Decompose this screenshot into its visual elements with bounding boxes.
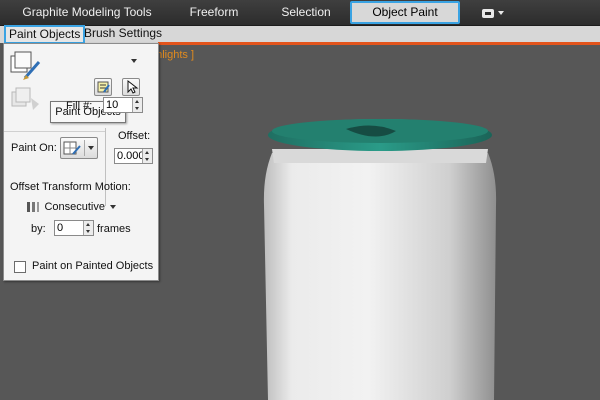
frames-label: frames bbox=[97, 223, 131, 235]
panel-tab-row: Paint Objects Brush Settings bbox=[0, 25, 600, 44]
chevron-down-icon bbox=[88, 146, 94, 150]
object-list-dropdown-icon[interactable] bbox=[131, 59, 137, 63]
spinner-arrows-icon[interactable] bbox=[142, 149, 152, 163]
paint-on-label: Paint On: bbox=[11, 142, 57, 154]
list-edit-icon bbox=[97, 81, 110, 93]
fill-count-value[interactable]: 10 bbox=[104, 98, 132, 112]
frames-spinner[interactable]: 0 bbox=[54, 220, 94, 236]
tab-brush-settings[interactable]: Brush Settings bbox=[81, 26, 165, 41]
divider-vertical bbox=[105, 128, 106, 206]
ribbon-tab-bar: Graphite Modeling Tools Freeform Selecti… bbox=[0, 0, 600, 26]
paint-on-dropdown[interactable] bbox=[60, 137, 98, 159]
pick-cursor-icon bbox=[127, 79, 139, 94]
chevron-down-icon bbox=[498, 11, 504, 15]
paint-button[interactable] bbox=[9, 50, 43, 84]
frames-value[interactable]: 0 bbox=[55, 221, 83, 235]
ribbon-options-icon bbox=[482, 8, 494, 18]
consecutive-icon bbox=[27, 202, 40, 212]
fill-count-spinner[interactable]: 10 bbox=[103, 97, 143, 113]
fill-icon bbox=[11, 87, 39, 110]
tab-object-paint[interactable]: Object Paint bbox=[350, 1, 460, 24]
fill-count-label: Fill #: bbox=[66, 100, 93, 112]
can-body bbox=[263, 153, 497, 400]
paint-on-painted-label[interactable]: Paint on Painted Objects bbox=[32, 260, 153, 272]
spinner-arrows-icon[interactable] bbox=[132, 98, 142, 112]
paint-brush-icon bbox=[10, 51, 41, 80]
tab-paint-objects[interactable]: Paint Objects bbox=[4, 25, 86, 44]
offset-label: Offset: bbox=[118, 130, 151, 142]
ribbon-options-menu[interactable] bbox=[482, 6, 512, 20]
tab-selection[interactable]: Selection bbox=[281, 3, 331, 22]
edit-object-list-button[interactable] bbox=[94, 78, 112, 96]
tab-graphite-modeling-tools[interactable]: Graphite Modeling Tools bbox=[20, 3, 154, 22]
paint-objects-panel: Paint Objects Fill #: 10 Paint On: Offse… bbox=[3, 43, 159, 281]
offset-value[interactable]: 0.000 bbox=[115, 149, 142, 163]
spinner-arrows-icon[interactable] bbox=[83, 221, 93, 235]
motion-mode-dropdown[interactable]: Consecutive bbox=[26, 199, 116, 215]
chevron-down-icon bbox=[110, 205, 116, 209]
offset-spinner[interactable]: 0.000 bbox=[114, 148, 153, 164]
paint-on-painted-checkbox[interactable] bbox=[14, 261, 26, 273]
fill-button[interactable] bbox=[9, 84, 43, 114]
can-neck bbox=[272, 149, 488, 163]
by-label: by: bbox=[31, 223, 46, 235]
motion-mode-value: Consecutive bbox=[44, 201, 105, 213]
pick-objects-button[interactable] bbox=[122, 78, 140, 96]
tab-freeform[interactable]: Freeform bbox=[186, 3, 242, 22]
offset-transform-motion-label: Offset Transform Motion: bbox=[10, 181, 131, 193]
paint-on-grid-icon bbox=[63, 141, 81, 155]
divider bbox=[4, 131, 106, 132]
